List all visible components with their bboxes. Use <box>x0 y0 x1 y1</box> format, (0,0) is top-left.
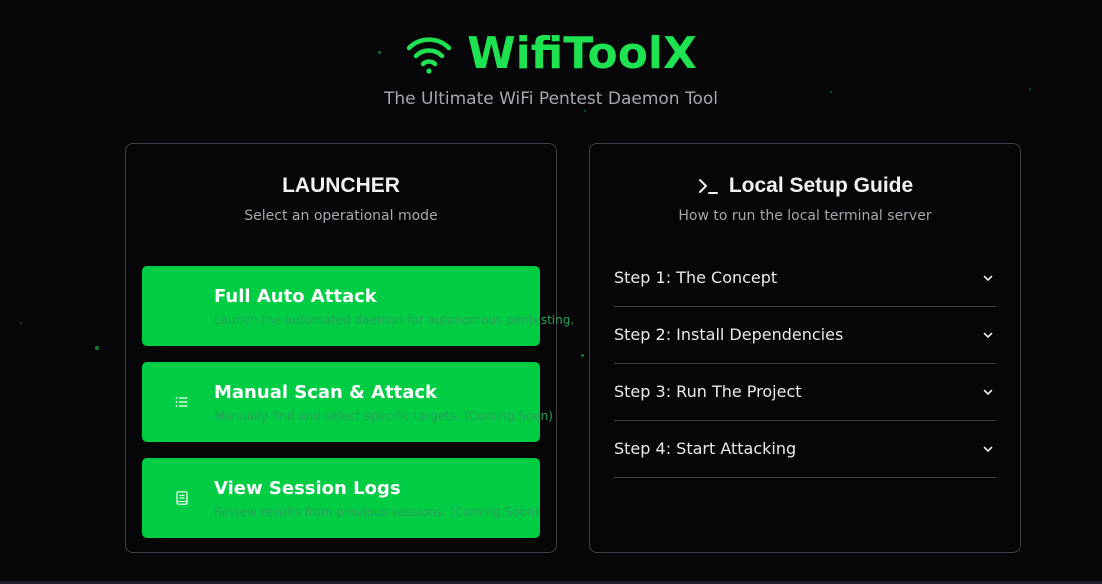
app-title: WifiToolX <box>467 28 697 79</box>
launcher-panel: LAUNCHER Select an operational mode Full… <box>125 143 574 553</box>
chevron-down-icon <box>983 446 993 452</box>
particle-dot <box>581 354 584 357</box>
mode-title: Manual Scan & Attack <box>214 382 438 403</box>
setup-guide-panel: Local Setup Guide How to run the local t… <box>589 143 1021 553</box>
particle-dot <box>584 110 586 112</box>
launcher-subtitle: Select an operational mode <box>244 208 438 224</box>
brand: WifiToolX <box>405 28 697 79</box>
particle-dot <box>95 346 99 350</box>
launcher-title-text: LAUNCHER <box>282 174 400 197</box>
step-label: Step 1: The Concept <box>614 268 778 287</box>
particle-dot <box>20 322 22 324</box>
step-label: Step 2: Install Dependencies <box>614 325 844 344</box>
app-subtitle: The Ultimate WiFi Pentest Daemon Tool <box>384 89 718 109</box>
wifi-icon <box>406 36 452 74</box>
guide-title-text: Local Setup Guide <box>728 174 914 197</box>
guide-title: Local Setup Guide <box>590 174 1020 198</box>
mode-description: Manually find and select specific target… <box>214 409 553 423</box>
chevron-down-icon <box>983 389 993 395</box>
chevron-down-icon <box>983 332 993 338</box>
step-label: Step 4: Start Attacking <box>614 439 797 458</box>
terminal-icon <box>698 179 718 194</box>
step-label: Step 3: Run The Project <box>614 382 802 401</box>
page: WifiToolX The Ultimate WiFi Pentest Daem… <box>0 0 1102 584</box>
mode-title: Full Auto Attack <box>214 286 377 307</box>
book-icon <box>176 491 188 505</box>
launcher-title: LAUNCHER <box>126 174 556 198</box>
mode-description: Launch the automated daemon for autonomo… <box>214 313 575 327</box>
step-accordion-1[interactable]: Step 1: The Concept <box>614 250 996 307</box>
full-auto-attack-button[interactable]: Full Auto Attack Launch the automated da… <box>142 266 574 346</box>
step-accordion-2[interactable]: Step 2: Install Dependencies <box>614 307 996 364</box>
step-accordion-3[interactable]: Step 3: Run The Project <box>614 364 996 421</box>
mode-title: View Session Logs <box>214 478 401 499</box>
mode-description: Review results from previous sessions. (… <box>214 505 539 519</box>
list-icon <box>175 397 188 407</box>
header: WifiToolX The Ultimate WiFi Pentest Daem… <box>0 28 1102 109</box>
view-session-logs-button[interactable]: View Session Logs Review results from pr… <box>142 458 540 538</box>
chevron-down-icon <box>983 275 993 281</box>
step-accordion-4[interactable]: Step 4: Start Attacking <box>614 421 996 478</box>
guide-subtitle: How to run the local terminal server <box>678 208 932 224</box>
manual-scan-attack-button[interactable]: Manual Scan & Attack Manually find and s… <box>142 362 553 442</box>
